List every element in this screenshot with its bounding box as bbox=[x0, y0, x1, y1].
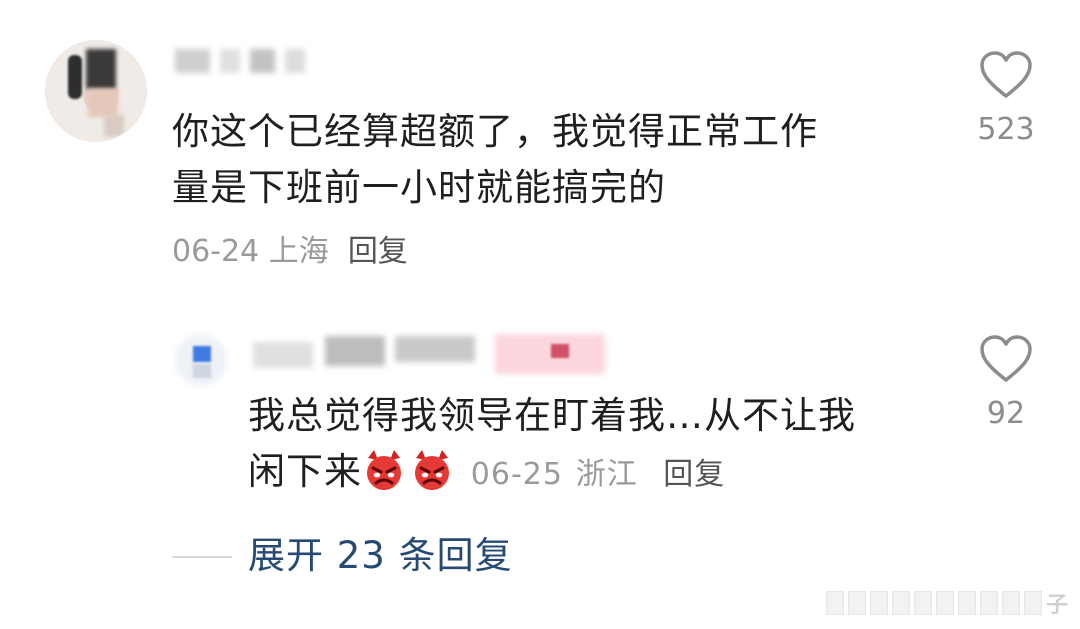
reply-text-line-1: 我总觉得我领导在盯着我…从不让我 bbox=[248, 394, 856, 437]
comment-reply-button[interactable]: 回复 bbox=[348, 234, 408, 269]
heart-icon[interactable] bbox=[966, 334, 1046, 384]
username-blurred[interactable] bbox=[175, 44, 305, 78]
watermark-char: 子 bbox=[1045, 593, 1068, 618]
watermark: 子 bbox=[825, 588, 1068, 618]
reply-location: 浙江 bbox=[575, 457, 638, 492]
avatar[interactable] bbox=[45, 40, 147, 142]
angry-devil-icon bbox=[410, 448, 454, 492]
comment-location: 上海 bbox=[268, 234, 329, 269]
reply-like[interactable]: 92 bbox=[966, 334, 1046, 434]
reply-line-2: 闲下来 06-25 浙江 回复 bbox=[248, 446, 725, 501]
reply-reply-button[interactable]: 回复 bbox=[663, 457, 725, 492]
heart-icon[interactable] bbox=[966, 50, 1046, 100]
expand-divider bbox=[172, 556, 232, 558]
reply-date: 06-25 bbox=[470, 457, 563, 492]
reply-username-blurred[interactable] bbox=[175, 328, 615, 388]
reply-like-count: 92 bbox=[986, 396, 1026, 431]
expand-replies-button[interactable]: 展开 23 条回复 bbox=[248, 530, 513, 582]
comment-date: 06-24 bbox=[172, 234, 260, 269]
reply-text-line-2: 闲下来 bbox=[248, 450, 362, 493]
comment-like[interactable]: 523 bbox=[966, 50, 1046, 150]
angry-devil-icon bbox=[362, 448, 406, 492]
comment-like-count: 523 bbox=[977, 112, 1035, 147]
comment-text-line-2: 量是下班前一小时就能搞完的 bbox=[172, 166, 666, 209]
comment-text-line-1: 你这个已经算超额了，我觉得正常工作 bbox=[172, 110, 818, 153]
comment-meta: 06-24 上海 回复 bbox=[172, 232, 408, 272]
